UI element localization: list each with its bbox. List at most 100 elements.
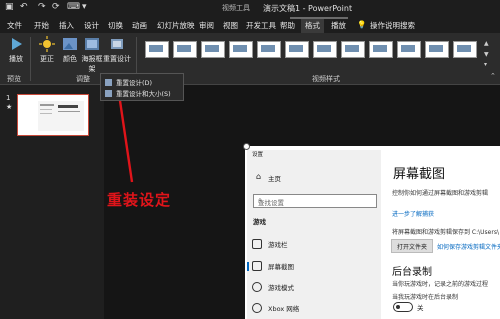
settings-home-link[interactable]: 主页	[268, 173, 281, 183]
video-style-thumb[interactable]	[201, 41, 225, 58]
video-style-thumb[interactable]	[229, 41, 253, 58]
group-separator	[30, 37, 31, 81]
color-button[interactable]: 颜色	[60, 36, 80, 64]
captures-description: 控制你如何通过屏幕截图和游戏剪辑	[392, 190, 489, 197]
background-recording-desc: 当你玩游戏时，记录之前的游戏过程	[392, 281, 489, 288]
background-recording-title: 后台录制	[392, 267, 432, 278]
tab-transitions[interactable]: 切换	[108, 20, 123, 31]
item-label: 游戏模式	[268, 284, 294, 292]
repeat-icon[interactable]: ⟳	[52, 2, 60, 12]
play-button[interactable]: 播放	[6, 36, 26, 64]
slide-thumbnail[interactable]	[17, 94, 89, 136]
video-style-thumb[interactable]	[369, 41, 393, 58]
toggle-state-label: 关	[417, 304, 424, 312]
home-icon: ⌂	[256, 172, 262, 181]
video-style-thumb[interactable]	[173, 41, 197, 58]
thumbnail-preview	[38, 101, 84, 131]
video-style-thumb[interactable]	[145, 41, 169, 58]
item-label: 游戏栏	[268, 241, 288, 249]
record-toggle[interactable]	[393, 302, 413, 312]
gallery-scroll-down-icon[interactable]: ▼	[484, 51, 489, 58]
play-icon	[8, 36, 24, 52]
tab-file[interactable]: 文件	[7, 20, 22, 31]
item-label: 屏幕截图	[268, 263, 294, 271]
customize-qat-icon[interactable]: ▾	[82, 2, 87, 12]
tab-design[interactable]: 设计	[84, 20, 99, 31]
poster-frame-button[interactable]: 海报框架	[81, 36, 103, 74]
title-bar: ▣ ↶ ↷ ⟳ ⌨ ▾ 视频工具 演示文稿1 - PowerPoint	[0, 0, 500, 17]
reset-design-button[interactable]: 重置设计	[103, 36, 131, 64]
selected-indicator	[247, 262, 249, 271]
group-label-adjust: 调整	[76, 75, 90, 83]
game-mode-icon	[252, 282, 262, 292]
video-style-thumb[interactable]	[341, 41, 365, 58]
reset-design-icon	[109, 36, 125, 52]
video-style-thumb[interactable]	[425, 41, 449, 58]
xbox-icon	[252, 303, 262, 313]
settings-item-xbox[interactable]: Xbox 网络	[252, 303, 299, 313]
tab-review[interactable]: 审阅	[199, 20, 214, 31]
color-picture-icon	[62, 36, 78, 52]
settings-item-captures[interactable]: 屏幕截图	[252, 261, 294, 271]
corrections-label: 更正	[40, 55, 54, 63]
video-style-thumb[interactable]	[257, 41, 281, 58]
play-label: 播放	[9, 55, 23, 63]
menu-item-label: 重置设计(D)	[116, 79, 153, 87]
button-label: 打开文件夹	[397, 244, 428, 251]
color-label: 颜色	[63, 55, 77, 63]
tab-animations[interactable]: 动画	[132, 20, 147, 31]
reset-size-icon	[105, 90, 112, 97]
settings-search-input[interactable]: 查找设置 ⌕	[253, 194, 377, 208]
poster-frame-icon	[84, 36, 100, 52]
reset-design-dropdown: 重置设计(D) 重置设计和大小(S)	[100, 73, 184, 101]
undo-icon[interactable]: ↶	[20, 2, 28, 12]
save-path-text: 将屏幕截图和游戏剪辑保存到 C:\Users\	[392, 229, 499, 236]
document-title: 演示文稿1 - PowerPoint	[263, 4, 353, 13]
captures-icon	[252, 261, 262, 271]
touch-mode-icon[interactable]: ⌨	[67, 2, 80, 12]
slide-number: 1	[6, 94, 11, 102]
menu-item-label: 重置设计和大小(S)	[116, 90, 171, 98]
resize-handle[interactable]	[243, 143, 250, 150]
context-tab-highlight	[290, 17, 348, 19]
annotation-text: 重装设定	[107, 191, 172, 209]
tab-playback[interactable]: 播放	[331, 20, 346, 31]
item-label: Xbox 网络	[268, 305, 300, 313]
reset-design-menu-item[interactable]: 重置设计(D)	[105, 77, 152, 87]
sun-icon	[39, 36, 55, 52]
tab-view[interactable]: 视图	[223, 20, 238, 31]
save-icon[interactable]: ▣	[5, 2, 14, 12]
settings-item-game-bar[interactable]: 游戏栏	[252, 239, 288, 249]
learn-more-link[interactable]: 进一步了解捕获	[392, 209, 434, 218]
reset-design-icon	[105, 79, 112, 86]
gallery-scroll-up-icon[interactable]: ▲	[484, 40, 489, 47]
settings-category: 游戏	[253, 218, 266, 226]
video-style-thumb[interactable]	[453, 41, 477, 58]
corrections-button[interactable]: 更正	[36, 36, 58, 64]
tab-insert[interactable]: 插入	[59, 20, 74, 31]
tab-developer[interactable]: 开发工具	[246, 20, 276, 31]
group-label-video-styles: 视频样式	[312, 75, 340, 83]
context-tool-label: 视频工具	[222, 4, 250, 12]
ribbon-tabs: 文件 开始 插入 设计 切换 动画 幻灯片放映 审阅 视图 开发工具 帮助 格式…	[0, 17, 500, 34]
group-label-preview: 预览	[7, 75, 21, 83]
settings-item-game-mode[interactable]: 游戏模式	[252, 282, 294, 292]
tab-home[interactable]: 开始	[34, 20, 49, 31]
game-bar-icon	[252, 239, 262, 249]
reset-design-and-size-menu-item[interactable]: 重置设计和大小(S)	[105, 88, 171, 98]
open-folder-button[interactable]: 打开文件夹	[391, 239, 433, 253]
tab-help[interactable]: 帮助	[280, 20, 295, 31]
change-location-link[interactable]: 如何保存游戏剪辑文件夹	[437, 242, 500, 251]
video-style-thumb[interactable]	[397, 41, 421, 58]
redo-icon[interactable]: ↷	[38, 2, 46, 12]
gallery-more-icon[interactable]: ▾	[484, 61, 487, 68]
tab-format[interactable]: 格式	[301, 18, 324, 34]
record-in-background-label: 当我玩游戏时在后台录制	[392, 294, 459, 301]
tab-slideshow[interactable]: 幻灯片放映	[157, 20, 195, 31]
search-icon: ⌕	[258, 196, 262, 204]
tell-me-search[interactable]: 操作说明搜索	[370, 20, 415, 31]
video-style-thumb[interactable]	[285, 41, 309, 58]
collapse-ribbon-icon[interactable]: ⌃	[490, 72, 496, 80]
slide-star-icon: ★	[6, 103, 13, 111]
video-style-thumb[interactable]	[313, 41, 337, 58]
